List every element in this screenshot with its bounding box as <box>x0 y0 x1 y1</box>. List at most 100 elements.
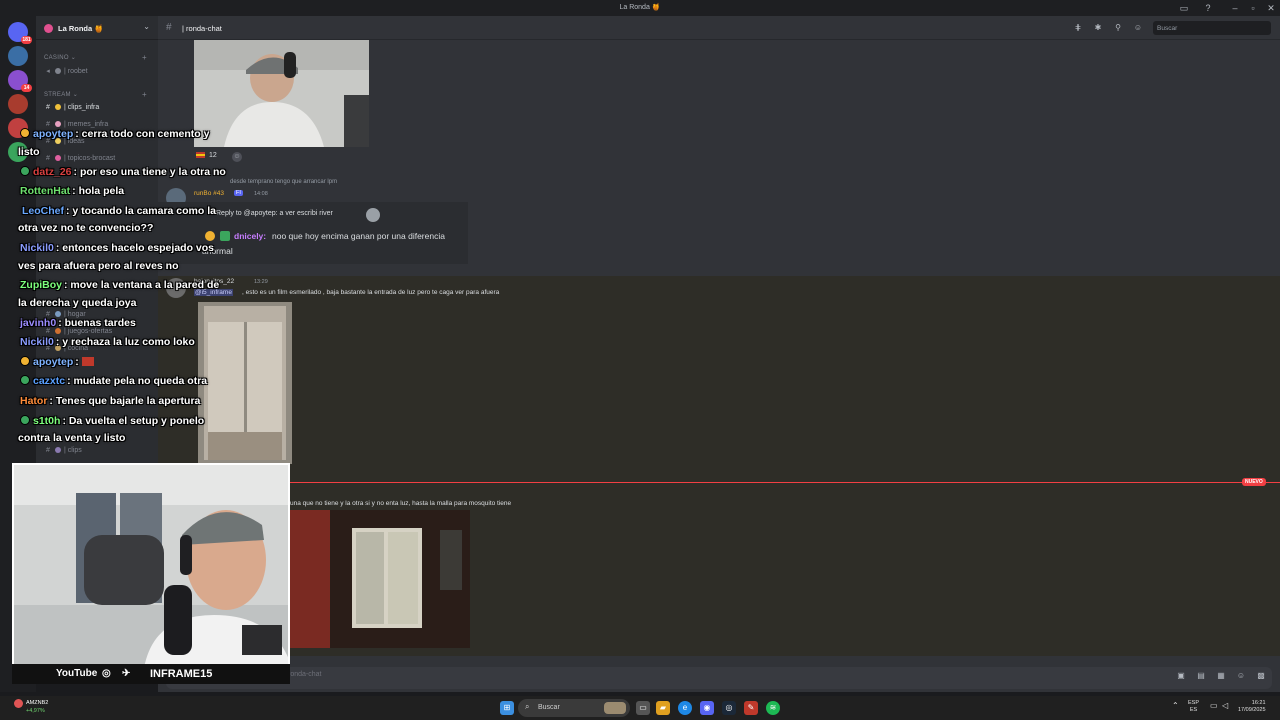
threads-icon[interactable]: ⋕ <box>1072 22 1084 34</box>
server-icon[interactable] <box>8 142 28 162</box>
gift-icon[interactable]: ▣ <box>1176 671 1186 681</box>
message-author[interactable]: dnicely: <box>234 231 266 241</box>
channel-memes-infra[interactable]: # | memes_infra <box>44 119 152 131</box>
clock[interactable]: 16:21 17/09/2025 <box>1238 700 1266 714</box>
channel-emoji-icon <box>55 121 61 127</box>
notifications-icon[interactable]: ✱ <box>1092 22 1104 34</box>
add-channel-icon[interactable]: + <box>142 90 147 99</box>
hash-icon: # <box>166 22 172 33</box>
help-icon[interactable]: ? <box>1202 2 1214 14</box>
channel-clips-infra[interactable]: # | clips_infra <box>44 102 152 114</box>
gif-icon[interactable]: ▤ <box>1196 671 1206 681</box>
task-view-icon[interactable]: ▭ <box>636 701 650 715</box>
apps-icon[interactable]: ▩ <box>1256 671 1266 681</box>
composer-placeholder: ronda-chat <box>288 671 322 678</box>
webcam-feed <box>12 463 290 666</box>
close-icon[interactable]: ✕ <box>1264 2 1278 14</box>
inbox-icon[interactable]: ▭ <box>1178 2 1190 14</box>
message-list[interactable]: 12 ☺ desde temprano tengo que arrancar l… <box>158 40 1280 664</box>
message-composer: ronda-chat ▣ ▤ ▦ ☺ ▩ <box>158 664 1280 692</box>
search-input[interactable] <box>1153 21 1271 35</box>
channel-cocina[interactable]: # | cocina <box>44 343 152 355</box>
category-casino[interactable]: CASINO ⌄ + <box>44 53 147 62</box>
guild-header[interactable]: La Ronda 🍯 ⌄ <box>36 16 158 40</box>
highlighted-message <box>158 276 1280 488</box>
channel-emoji-icon <box>55 104 61 110</box>
server-icon[interactable]: 14 <box>8 70 32 92</box>
reaction-chip[interactable]: 12 <box>196 152 217 159</box>
channel-hogar[interactable]: # | hogar <box>44 309 152 321</box>
home-server-icon[interactable]: 181 <box>8 22 32 44</box>
language-indicator[interactable]: ESP ES <box>1188 700 1199 714</box>
message-text: , esto es un film esmerilado , baja bast… <box>242 289 500 296</box>
server-icon[interactable] <box>8 94 28 114</box>
hash-icon: # <box>46 345 50 352</box>
sticker-icon[interactable]: ▦ <box>1216 671 1226 681</box>
avatar[interactable] <box>366 208 380 222</box>
discord-icon[interactable]: ◉ <box>700 701 714 715</box>
windows-taskbar: AMZNB2 +4,97% ⊞ ⌕ Buscar ▭ ▰ e ◉ ◎ ✎ ≋ ⌃… <box>0 696 1280 720</box>
search-highlight-icon <box>604 702 626 714</box>
server-icon[interactable] <box>8 118 28 138</box>
app-icon[interactable]: ✎ <box>744 701 758 715</box>
webcam-image <box>14 465 288 664</box>
pin-icon[interactable]: ⚲ <box>1112 22 1124 34</box>
new-messages-divider <box>158 482 1280 483</box>
channel-emoji-icon <box>55 155 61 161</box>
speaker-icon: ◂ <box>46 68 50 75</box>
instagram-icon: ◎ <box>102 668 111 679</box>
stock-change: +4,97% <box>26 708 45 714</box>
tray-chevron-icon[interactable]: ⌃ <box>1172 702 1179 710</box>
volume-icon[interactable]: ◁ <box>1222 702 1228 710</box>
window-title: La Ronda 🍯 <box>619 4 661 11</box>
hash-icon: # <box>46 121 50 128</box>
add-channel-icon[interactable]: + <box>142 53 147 62</box>
channel-handle: INFRAME15 <box>150 668 213 680</box>
category-stream[interactable]: STREAM ⌄ + <box>44 90 147 99</box>
user-mention[interactable]: @i5_inframe <box>194 289 233 296</box>
add-reaction-icon[interactable]: ☺ <box>232 152 242 162</box>
image-attachment[interactable] <box>198 302 292 464</box>
stock-name: AMZNB2 <box>26 700 49 706</box>
minimize-icon[interactable]: – <box>1228 2 1242 14</box>
youtube-label: YouTube <box>56 668 98 679</box>
flag-emoji <box>196 152 205 158</box>
hash-icon: # <box>46 447 50 454</box>
message-input[interactable] <box>166 667 1272 689</box>
network-icon[interactable]: ▭ <box>1210 702 1218 710</box>
reply-snippet: desde temprano tengo que arrancar lpm <box>230 179 338 185</box>
channel-roobet[interactable]: ◂ | roobet <box>44 66 152 78</box>
new-badge: NUEVO <box>1242 478 1266 486</box>
message-author[interactable]: baloncitos_22 <box>194 278 234 285</box>
message-text: noo que hoy encima ganan por una diferen… <box>272 231 445 241</box>
image-attachment[interactable] <box>194 40 369 147</box>
avatar[interactable] <box>166 278 186 298</box>
taskbar-search[interactable]: ⌕ Buscar <box>518 699 630 717</box>
channel-juegos-ofertas[interactable]: # | juegos-ofertas <box>44 326 152 338</box>
channel-header: # | ronda-chat ⋕ ✱ ⚲ ☺ <box>158 16 1280 40</box>
badge-icon <box>220 231 230 241</box>
guild-icon <box>44 24 53 33</box>
chevron-down-icon[interactable]: ⌄ <box>143 22 150 31</box>
search-icon: ⌕ <box>525 702 530 711</box>
maximize-icon[interactable]: ▫ <box>1246 2 1260 14</box>
spotify-icon[interactable]: ≋ <box>766 701 780 715</box>
channel-name: | ronda-chat <box>182 24 222 33</box>
members-icon[interactable]: ☺ <box>1132 22 1144 34</box>
reply-to-text: Reply to @apoytep: a ver escribi river <box>216 210 333 217</box>
image-attachment[interactable] <box>290 510 470 648</box>
server-icon[interactable] <box>8 46 28 66</box>
steam-icon[interactable]: ◎ <box>722 701 736 715</box>
channel-emoji-icon <box>55 68 61 74</box>
start-icon[interactable]: ⊞ <box>500 701 514 715</box>
channel-topicos[interactable]: # | topicos-brocast <box>44 153 152 165</box>
emoji-icon[interactable]: ☺ <box>1236 671 1246 681</box>
channel-ideas[interactable]: # | ideas <box>44 136 152 148</box>
channel-emoji-icon <box>55 311 61 317</box>
channel-clips[interactable]: # | clips <box>44 445 152 457</box>
twitter-icon: ✈ <box>122 668 131 679</box>
message-author[interactable]: runBo #43 <box>194 190 224 197</box>
hash-icon: # <box>46 328 50 335</box>
edge-icon[interactable]: e <box>678 701 692 715</box>
file-explorer-icon[interactable]: ▰ <box>656 701 670 715</box>
